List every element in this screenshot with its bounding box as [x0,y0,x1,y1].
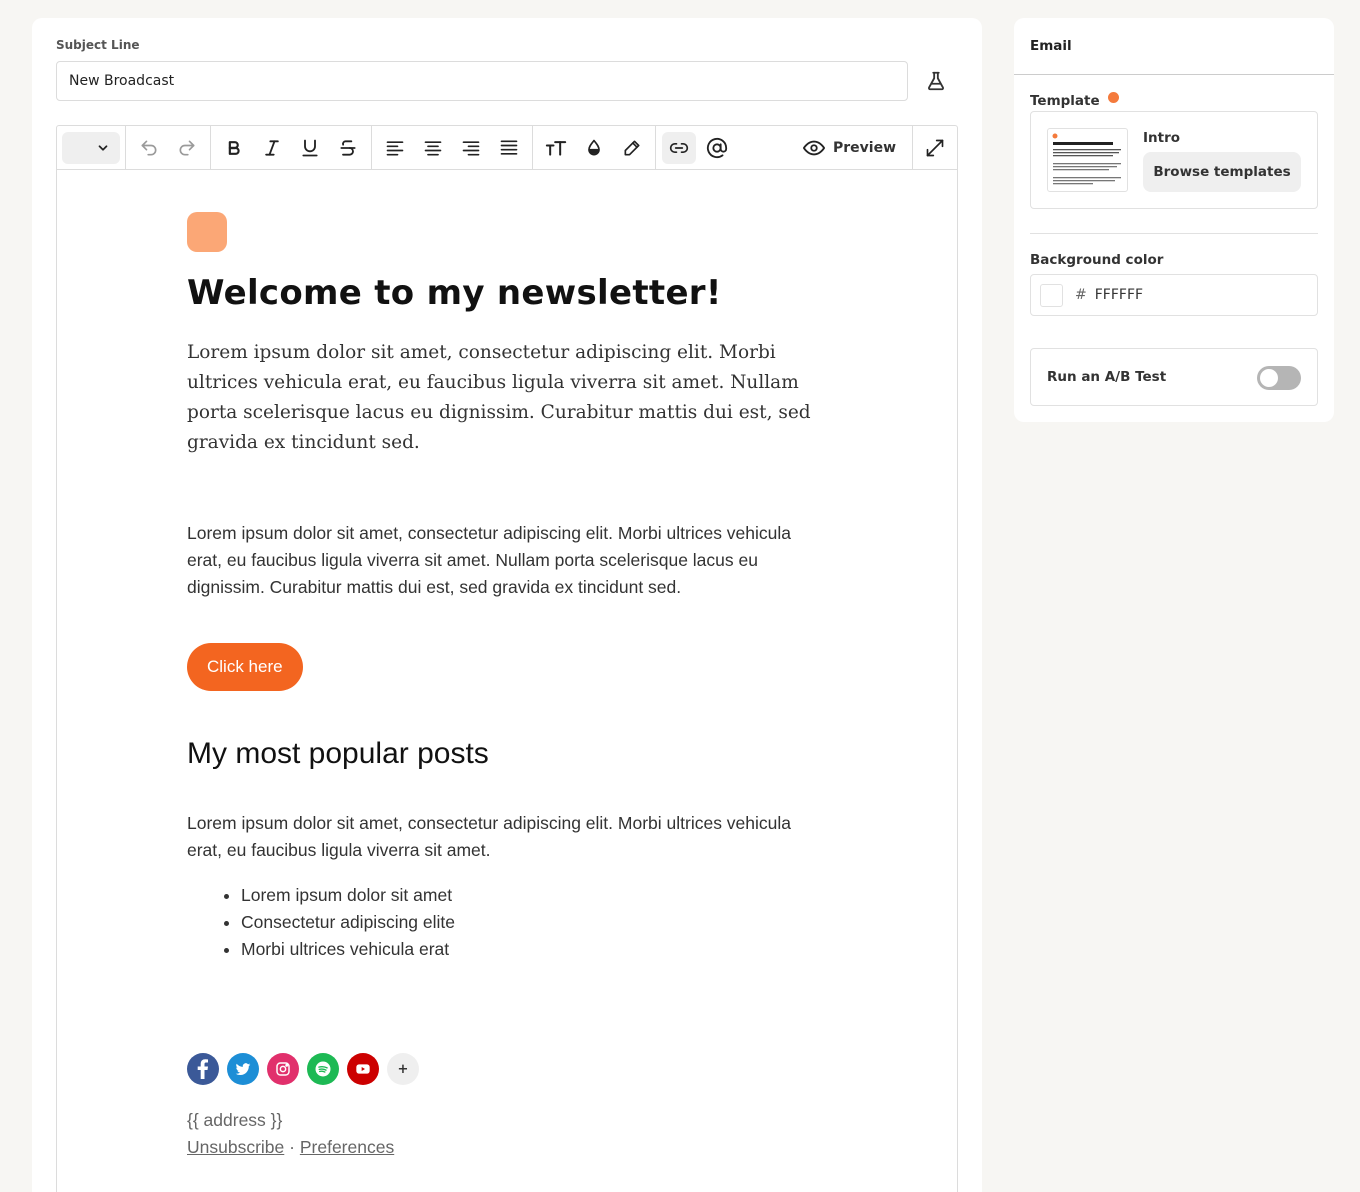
subject-line-input[interactable] [56,61,908,101]
template-thumbnail[interactable] [1047,128,1128,192]
spotify-link[interactable] [307,1053,339,1085]
italic-button[interactable] [255,132,289,164]
color-swatch[interactable] [1040,283,1063,307]
template-label: Template [1030,91,1119,109]
section-divider [1030,233,1318,234]
cta-button[interactable]: Click here [187,643,303,691]
undo-icon [141,140,157,155]
panel-divider [1014,74,1334,75]
editor-card: Subject Line New Broadcast Preview Welco… [32,18,982,1192]
redo-icon [179,140,195,155]
align-right-button[interactable] [454,132,488,164]
strikethrough-button[interactable] [331,132,365,164]
email-content[interactable]: Welcome to my newsletter! Lorem ipsum do… [187,212,827,1161]
unsubscribe-link[interactable]: Unsubscribe [187,1137,284,1157]
flask-icon [928,71,944,91]
youtube-icon [356,1064,370,1074]
text-size-icon [545,140,567,156]
eye-icon [802,140,825,156]
preview-button[interactable]: Preview [787,126,913,170]
align-justify-icon [500,140,518,155]
test-send-button[interactable] [924,69,948,93]
strikethrough-icon [340,139,356,156]
instagram-link[interactable] [267,1053,299,1085]
underline-icon [302,139,318,156]
facebook-icon [197,1059,208,1079]
body-paragraph[interactable]: Lorem ipsum dolor sit amet, consectetur … [187,520,817,601]
hex-value[interactable]: FFFFFF [1095,287,1143,303]
subject-line-label: Subject Line [56,38,140,52]
footer-links: Unsubscribe · Preferences [187,1134,827,1161]
section-heading[interactable]: My most popular posts [187,737,827,771]
expand-icon [926,139,944,157]
add-icon: + [397,1061,409,1077]
template-selector: Intro Browse templates [1030,111,1318,209]
italic-icon [265,139,279,156]
bold-button[interactable] [217,132,251,164]
template-name: Intro [1143,130,1181,146]
section-paragraph[interactable]: Lorem ipsum dolor sit amet, consectetur … [187,810,817,864]
list-item[interactable]: Consectetur adipiscing elite [241,909,827,936]
preferences-link[interactable]: Preferences [300,1137,394,1157]
logo-placeholder[interactable] [187,212,227,252]
email-settings-panel: Email Template Intro Browse templates Ba… [1014,18,1334,422]
block-type-dropdown[interactable] [62,131,120,164]
bullet-list[interactable]: Lorem ipsum dolor sit amet Consectetur a… [241,882,827,963]
hash-symbol: # [1075,287,1087,303]
youtube-link[interactable] [347,1053,379,1085]
preview-label: Preview [832,140,896,156]
twitter-link[interactable] [227,1053,259,1085]
editor-toolbar: Preview [57,126,957,170]
twitter-icon [235,1063,251,1076]
font-size-button[interactable] [539,132,573,164]
email-title[interactable]: Welcome to my newsletter! [187,273,827,313]
address-placeholder[interactable]: {{ address }} [187,1107,827,1134]
intro-paragraph[interactable]: Lorem ipsum dolor sit amet, consectetur … [187,338,817,458]
align-left-icon [386,140,404,155]
bold-icon [228,140,240,155]
ab-test-toggle[interactable] [1257,366,1301,390]
spotify-icon [315,1061,331,1077]
highlighter-icon [624,140,640,155]
template-label-text: Template [1030,93,1100,109]
chevron-down-icon [98,144,108,151]
ab-test-row: Run an A/B Test [1030,348,1318,406]
align-justify-button[interactable] [492,132,526,164]
add-social-button[interactable]: + [387,1053,419,1085]
browse-templates-button[interactable]: Browse templates [1143,152,1301,192]
highlight-button[interactable] [615,132,649,164]
status-dot [1107,91,1119,103]
link-button[interactable] [662,131,696,164]
align-left-button[interactable] [378,132,412,164]
facebook-link[interactable] [187,1053,219,1085]
redo-button[interactable] [170,132,204,164]
background-color-input[interactable]: # FFFFFF [1030,274,1318,316]
align-center-button[interactable] [416,132,450,164]
align-right-icon [462,140,480,155]
link-icon [669,142,689,153]
align-center-icon [424,140,442,155]
fullscreen-button[interactable] [913,126,957,170]
mention-button[interactable] [700,132,734,164]
toggle-knob [1260,369,1278,387]
rich-text-editor: Preview Welcome to my newsletter! Lorem … [56,125,958,1192]
at-sign-icon [706,137,728,158]
list-item[interactable]: Morbi ultrices vehicula erat [241,936,827,963]
underline-button[interactable] [293,132,327,164]
list-item[interactable]: Lorem ipsum dolor sit amet [241,882,827,909]
droplet-icon [588,139,600,155]
ab-test-label: Run an A/B Test [1047,369,1167,385]
undo-button[interactable] [132,132,166,164]
social-links: + [187,1053,827,1085]
template-preview-icon [1052,133,1121,185]
text-color-button[interactable] [577,132,611,164]
instagram-icon [276,1062,290,1076]
background-color-label: Background color [1030,252,1164,268]
panel-title: Email [1030,38,1072,54]
footer-separator: · [289,1137,295,1157]
